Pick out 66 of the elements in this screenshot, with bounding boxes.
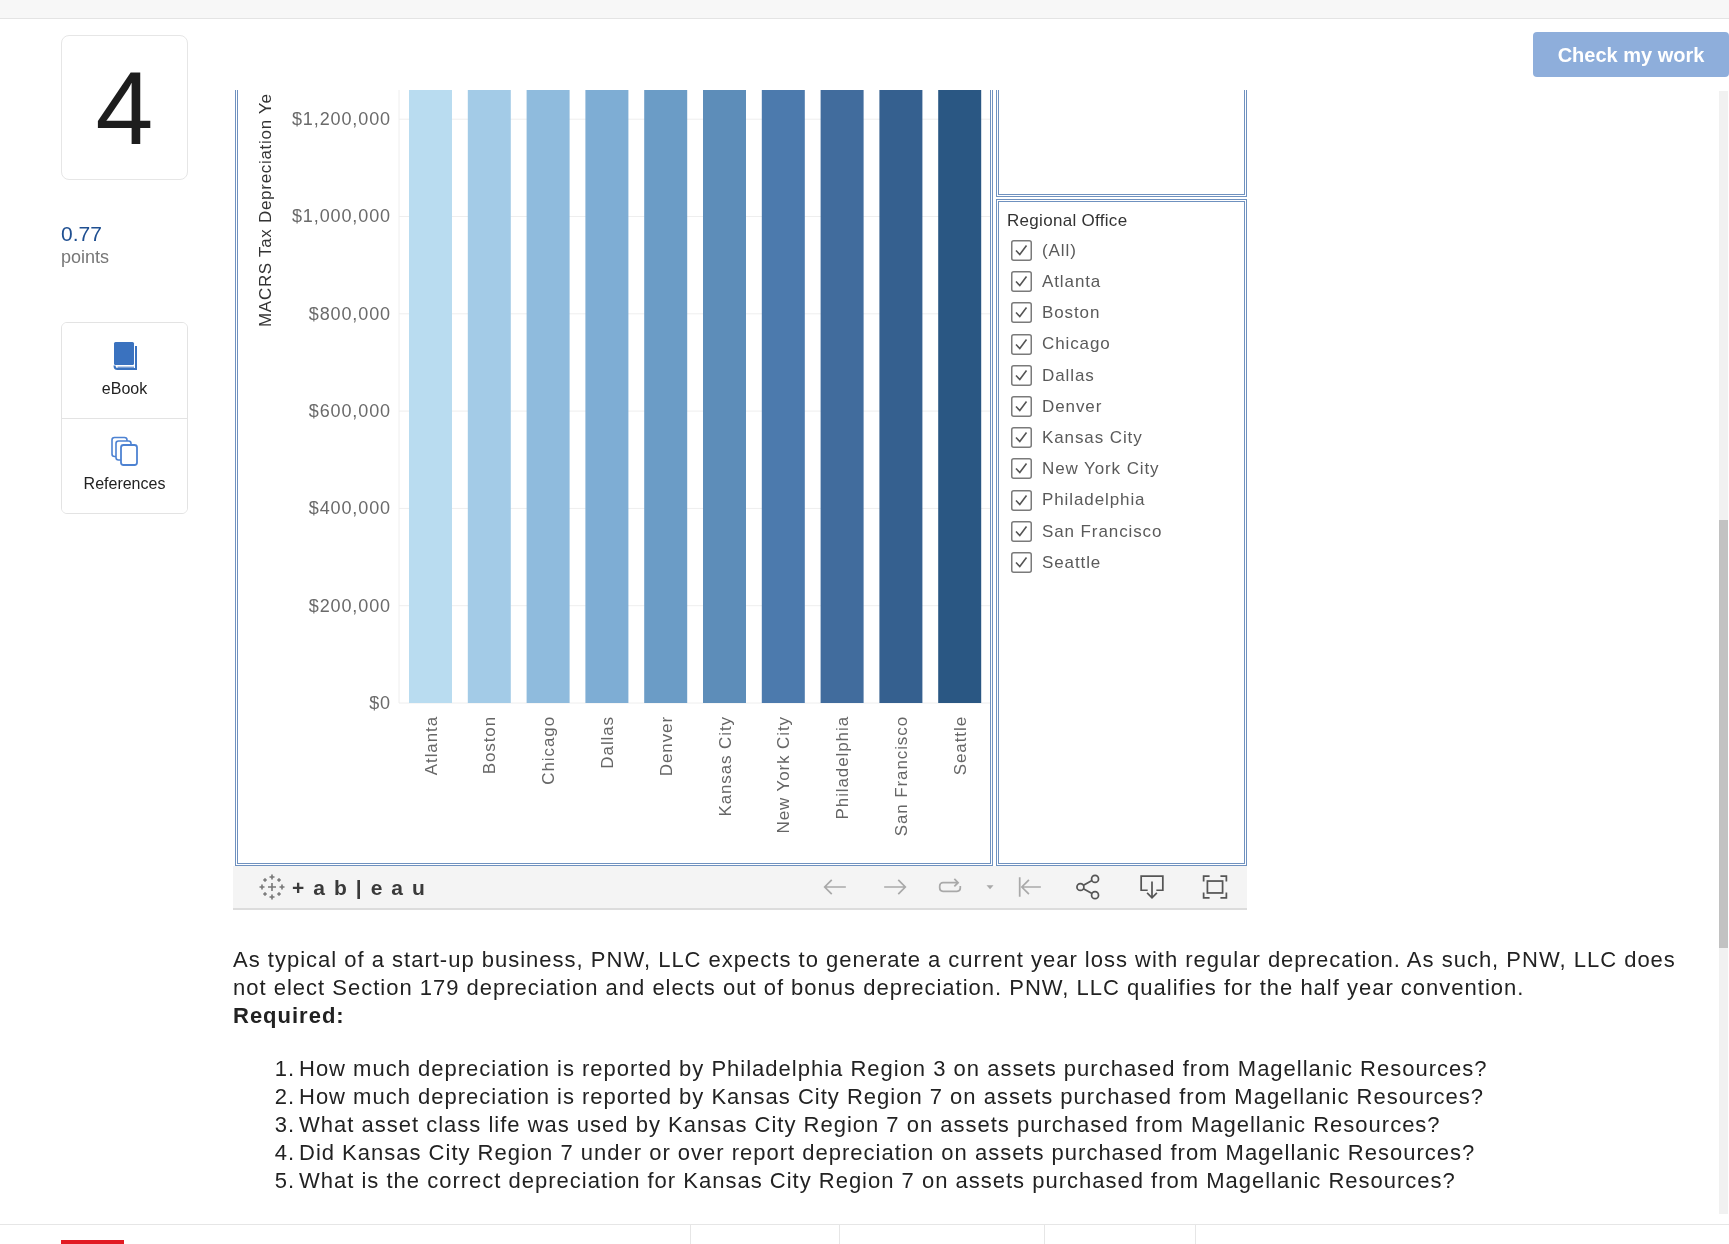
- axis-title: MACRS Tax Depreciation Ye: [256, 93, 275, 327]
- axis-tick-label: $400,000: [308, 498, 391, 519]
- filter-option[interactable]: San Francisco: [1007, 515, 1244, 547]
- checkbox[interactable]: [1011, 551, 1032, 573]
- checkbox[interactable]: [1011, 333, 1032, 355]
- checkbox[interactable]: [1011, 271, 1032, 293]
- logo-wordmark: +ab|eau: [292, 876, 434, 898]
- tab-indicator: [61, 1240, 124, 1244]
- filter-option[interactable]: Kansas City: [1007, 422, 1244, 454]
- axis-tick-label: $800,000: [308, 303, 391, 324]
- stacked-pages-icon: [109, 436, 140, 466]
- list-number: 3.: [273, 1111, 295, 1139]
- category-label: Seattle: [950, 716, 970, 776]
- references-button[interactable]: References: [62, 418, 187, 513]
- category-label: Chicago: [539, 716, 559, 785]
- category-label: Dallas: [597, 716, 617, 769]
- filter-title: Regional Office: [1007, 210, 1129, 232]
- checkbox[interactable]: [1011, 364, 1032, 386]
- category-label: Philadelphia: [833, 716, 853, 820]
- scrollbar[interactable]: [1719, 91, 1728, 1214]
- list-number: 2.: [273, 1083, 295, 1111]
- question-text: What asset class life was used by Kansas City Region 7 on assets purchased from Magellanic Resources?: [299, 1111, 1441, 1139]
- checkbox[interactable]: [1011, 396, 1032, 418]
- axis-tick-label: $0: [369, 693, 391, 713]
- category-label: New York City: [774, 716, 794, 834]
- question-text: What is the correct depreciation for Kansas City Region 7 on assets purchased from Magellanic Resources?: [299, 1167, 1456, 1195]
- score-label: points: [61, 246, 111, 268]
- download-icon[interactable]: [1139, 874, 1165, 900]
- fullscreen-icon[interactable]: [1202, 874, 1228, 900]
- filter-option[interactable]: Denver: [1007, 390, 1244, 423]
- category-label: Kansas City: [715, 716, 735, 817]
- checkbox[interactable]: [1011, 520, 1032, 542]
- required-heading: Required:: [233, 1002, 346, 1030]
- filter-option[interactable]: Chicago: [1007, 328, 1244, 360]
- filter-option[interactable]: Dallas: [1007, 359, 1244, 391]
- share-icon[interactable]: [1075, 874, 1101, 900]
- checkbox[interactable]: [1011, 458, 1032, 480]
- score-value: 0.77: [61, 222, 103, 246]
- question-number: 4: [95, 55, 154, 160]
- question-text: Did Kansas City Region 7 under or over report depreciation on assets purchased from Magellanic Resources?: [299, 1139, 1476, 1167]
- category-label: San Francisco: [891, 716, 911, 837]
- axis-tick-label: $1,200,000: [291, 109, 391, 130]
- list-number: 1.: [273, 1055, 295, 1083]
- checkbox[interactable]: [1011, 427, 1032, 449]
- scrollbar-thumb[interactable]: [1719, 520, 1728, 948]
- axis-tick-label: $200,000: [308, 595, 391, 616]
- filter-option[interactable]: Boston: [1007, 297, 1244, 329]
- filter-option[interactable]: Seattle: [1007, 546, 1244, 579]
- checkbox[interactable]: [1011, 302, 1032, 324]
- checkbox[interactable]: [1011, 489, 1032, 511]
- cross-cluster-icon: [259, 874, 285, 900]
- checkbox[interactable]: [1011, 240, 1032, 262]
- list-number: 5.: [273, 1167, 295, 1195]
- category-label: Atlanta: [421, 716, 441, 776]
- list-number: 4.: [273, 1139, 295, 1167]
- filter-option[interactable]: (All): [1007, 235, 1244, 267]
- category-label: Boston: [480, 716, 500, 775]
- filter-option[interactable]: Atlanta: [1007, 266, 1244, 298]
- axis-tick-label: $1,000,000: [291, 206, 391, 227]
- question-text: How much depreciation is reported by Kansas City Region 7 on assets purchased from Magellanic Resources?: [299, 1083, 1484, 1111]
- question-paragraph: As typical of a start-up business, PNW, LLC expects to generate a current year loss with regular deprecation. As such, PNW, LLC does not elect Section 179 depreciation and elects out of bonus depreciation. PNW, LLC qualifies for the half year convention.: [233, 946, 1677, 1002]
- filter-option[interactable]: Philadelphia: [1007, 484, 1244, 516]
- question-text: How much depreciation is reported by Philadelphia Region 3 on assets purchased from Magellanic Resources?: [299, 1055, 1488, 1083]
- filter-option[interactable]: New York City: [1007, 453, 1244, 485]
- category-label: Denver: [656, 716, 676, 777]
- axis-tick-label: $600,000: [308, 401, 391, 422]
